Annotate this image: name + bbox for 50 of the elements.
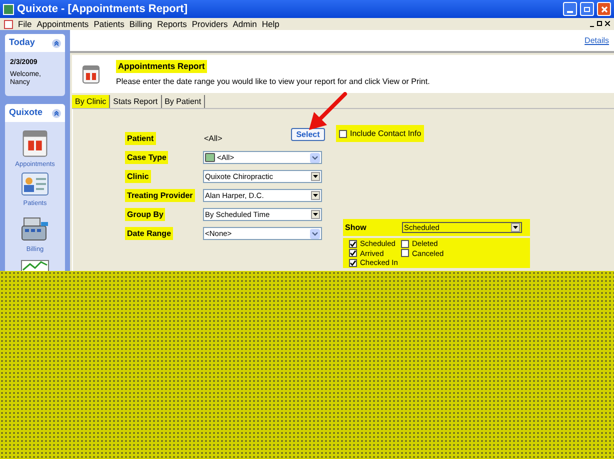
menu-item[interactable]: Billing	[129, 18, 152, 30]
checkbox[interactable]	[339, 130, 347, 138]
field-label: Date Range	[125, 226, 174, 240]
dropdown-arrow-icon[interactable]	[311, 172, 320, 181]
calendar-icon[interactable]	[22, 128, 48, 158]
checkbox[interactable]	[401, 249, 409, 258]
field-label: Treating Provider	[125, 188, 195, 202]
checkbox[interactable]	[349, 249, 357, 258]
close-button[interactable]	[597, 2, 611, 16]
line-chart-icon[interactable]	[21, 260, 49, 272]
minimize-button[interactable]	[563, 2, 577, 16]
menu-item[interactable]: Providers	[192, 18, 228, 30]
field-label: Case Type	[125, 150, 168, 164]
panel-title: Today	[9, 36, 35, 50]
menu-item[interactable]: Reports	[157, 18, 187, 30]
field-label: Patient	[125, 132, 156, 144]
menu-item[interactable]: Help	[262, 18, 280, 30]
field-value: <All>	[203, 132, 224, 144]
checkbox-label: Include Contact Info	[350, 128, 422, 140]
select-button[interactable]: Select	[291, 128, 325, 141]
menu-item[interactable]: Patients	[94, 18, 124, 30]
dropdown-arrow-icon[interactable]	[310, 228, 320, 238]
id-card-icon[interactable]	[21, 172, 49, 196]
instructions-text: Please enter the date range you would like to view your report for and click View or Print.	[116, 76, 430, 88]
menu-item[interactable]: Admin	[232, 18, 257, 30]
checkbox[interactable]	[349, 240, 357, 248]
tab[interactable]: By Clinic	[72, 95, 110, 108]
checkbox[interactable]	[401, 240, 409, 248]
field-label: Clinic	[125, 170, 151, 182]
checkbox[interactable]	[349, 258, 357, 267]
restore-button[interactable]	[580, 2, 594, 16]
mdi-controls-icon[interactable]	[590, 21, 610, 27]
dropdown-arrow-icon[interactable]	[311, 210, 320, 219]
cash-register-icon[interactable]	[21, 216, 49, 242]
close-icon	[600, 6, 608, 12]
window-title: Quixote - [Appointments Report]	[17, 2, 188, 17]
dropdown-arrow-icon[interactable]	[310, 152, 320, 162]
details-link[interactable]: Details	[584, 34, 609, 46]
app-logo-icon	[3, 4, 14, 14]
collapse-icon[interactable]	[52, 38, 61, 48]
show-label: Show	[345, 222, 368, 234]
calendar-icon	[82, 64, 100, 84]
collapse-icon[interactable]	[52, 108, 61, 118]
dropdown-arrow-icon[interactable]	[511, 223, 520, 232]
panel-title: Quixote	[9, 106, 43, 120]
report-title: Appointments Report	[116, 60, 207, 73]
menu-item[interactable]: Appointments	[36, 18, 89, 30]
field-label: Group By	[125, 208, 166, 220]
dropdown-arrow-icon[interactable]	[311, 191, 320, 200]
menu-item[interactable]: File	[18, 18, 32, 30]
